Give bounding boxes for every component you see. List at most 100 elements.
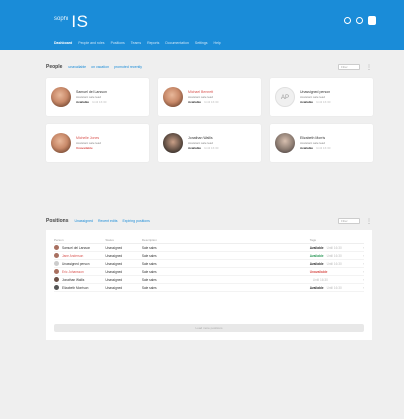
tag-light: Until 16:30 <box>312 277 328 282</box>
person-role: Assistant sale lead <box>76 95 102 99</box>
people-filter-promoted[interactable]: promoted recently <box>114 65 142 69</box>
person-name[interactable]: Eric Johansson <box>62 270 84 274</box>
status-time: Until 16:30 <box>316 146 331 150</box>
person-name[interactable]: Jane Anderson <box>62 254 83 258</box>
positions-search-input[interactable]: Filter <box>338 218 360 224</box>
person-status: Available Until 16:30 <box>188 100 218 104</box>
person-card[interactable]: Michelle Jones Assistant sale lead Unava… <box>46 124 149 162</box>
col-status[interactable]: Status <box>105 238 142 242</box>
row-person: Jane Anderson <box>54 253 105 258</box>
avatar <box>54 277 59 282</box>
people-search-input[interactable]: Filter <box>338 64 360 70</box>
person-name[interactable]: Jonathan Wallis <box>188 136 213 140</box>
brand-logo[interactable]: sophi IS <box>54 12 88 32</box>
status-text: Available <box>300 100 314 104</box>
avatar <box>54 253 59 258</box>
table-row[interactable]: Samuel del Larsson Unassigned Sale sales… <box>54 244 364 252</box>
person-name[interactable]: Unassigned person <box>300 90 330 94</box>
person-role: Assistant sale lead <box>188 95 214 99</box>
person-card[interactable]: Elizabeth Morris Assistant sale lead Ava… <box>270 124 373 162</box>
person-name[interactable]: Michael Bennett <box>188 90 213 94</box>
tag: Available <box>309 261 324 266</box>
positions-title: Positions <box>46 218 69 224</box>
person-name[interactable]: Elizabeth Morris <box>300 136 325 140</box>
nav-item-dashboard[interactable]: Dashboard <box>54 41 72 45</box>
tag: Unavailable <box>309 269 328 274</box>
positions-filter-expiring[interactable]: Expiring positions <box>122 219 149 223</box>
row-description: Sale sales <box>141 277 157 282</box>
status-time: Until 16:30 <box>92 100 107 104</box>
row-menu-icon[interactable]: › <box>354 262 364 266</box>
status-text: Unavailable <box>76 146 93 150</box>
row-menu-icon[interactable]: › <box>354 254 364 258</box>
col-person[interactable]: Person <box>54 238 105 242</box>
people-filter-unavailable[interactable]: unavailable <box>68 65 86 69</box>
avatar <box>275 133 295 153</box>
status-text: Available <box>188 100 202 104</box>
nav-item-settings[interactable]: Settings <box>195 41 208 45</box>
person-name[interactable]: Elizabeth Morrison <box>62 286 88 290</box>
avatar <box>54 285 59 290</box>
row-description: Sale sales <box>141 245 157 250</box>
row-status: Unassigned <box>105 269 123 274</box>
status-text: Available <box>300 146 314 150</box>
table-row[interactable]: Jonathan Wallis Unassigned Sale sales Un… <box>54 276 364 284</box>
more-icon[interactable]: ⋮ <box>366 218 372 225</box>
status-time: Until 16:30 <box>316 100 331 104</box>
person-card[interactable]: Jonathan Wallis Assistant sale lead Avai… <box>158 124 261 162</box>
person-name[interactable]: Samuel del Larsson <box>62 246 90 250</box>
person-status: Unavailable <box>76 146 93 150</box>
row-tags: Available Until 16:30 <box>310 254 354 258</box>
tag: Available <box>309 245 324 250</box>
positions-filter-recent[interactable]: Recent edits <box>98 219 117 223</box>
person-name[interactable]: Jonathan Wallis <box>62 278 84 282</box>
person-role: Assistant sale lead <box>188 141 214 145</box>
notification-icon[interactable] <box>356 17 363 24</box>
person-status: Available Until 16:30 <box>188 146 218 150</box>
person-card[interactable]: Michael Bennett Assistant sale lead Avai… <box>158 78 261 116</box>
nav-item-people[interactable]: People and roles <box>78 41 104 45</box>
row-menu-icon[interactable]: › <box>354 246 364 250</box>
row-menu-icon[interactable]: › <box>354 278 364 282</box>
nav-item-positions[interactable]: Positions <box>111 41 125 45</box>
person-name[interactable]: Unassigned person <box>62 262 89 266</box>
positions-filter-unassigned[interactable]: Unassigned <box>75 219 93 223</box>
table-row[interactable]: Unassigned person Unassigned Sale sales … <box>54 260 364 268</box>
people-filter-vacation[interactable]: on vacation <box>91 65 109 69</box>
nav-item-teams[interactable]: Teams <box>131 41 141 45</box>
avatar <box>54 245 59 250</box>
person-name[interactable]: Samuel del Larsson <box>76 90 107 94</box>
person-card[interactable]: AP Unassigned person Assistant sale lead… <box>270 78 373 116</box>
avatar <box>163 133 183 153</box>
table-header: Person Status Description Tags <box>54 236 364 244</box>
person-role: Assistant sale lead <box>300 141 326 145</box>
nav-item-reports[interactable]: Reports <box>147 41 159 45</box>
user-avatar[interactable] <box>368 16 376 25</box>
status-text: Available <box>188 146 202 150</box>
table-row[interactable]: Jane Anderson Unassigned Sale sales Avai… <box>54 252 364 260</box>
col-tags[interactable]: Tags <box>310 238 354 242</box>
more-icon[interactable]: ⋮ <box>366 64 372 71</box>
table-row[interactable]: Eric Johansson Unassigned Sale sales Una… <box>54 268 364 276</box>
avatar <box>51 133 71 153</box>
avatar <box>54 269 59 274</box>
row-description: Sale sales <box>141 285 157 290</box>
row-description: Sale sales <box>141 269 157 274</box>
col-description[interactable]: Description <box>142 238 310 242</box>
person-card[interactable]: Samuel del Larsson Assistant sale lead A… <box>46 78 149 116</box>
row-status: Unassigned <box>105 285 123 290</box>
tag-light: Until 16:30 <box>326 253 342 258</box>
nav-item-help[interactable]: Help <box>214 41 221 45</box>
row-menu-icon[interactable]: › <box>354 270 364 274</box>
row-tags: Available Until 16:30 <box>310 286 354 290</box>
avatar <box>163 87 183 107</box>
tag-light: Until 16:30 <box>326 245 342 250</box>
status-time: Until 16:30 <box>204 146 219 150</box>
row-menu-icon[interactable]: › <box>354 286 364 290</box>
person-name[interactable]: Michelle Jones <box>76 136 99 140</box>
search-icon[interactable] <box>344 17 351 24</box>
nav-item-documentation[interactable]: Documentation <box>165 41 189 45</box>
table-row[interactable]: Elizabeth Morrison Unassigned Sale sales… <box>54 284 364 292</box>
row-status: Unassigned <box>105 245 123 250</box>
load-more-button[interactable]: Load more positions <box>54 324 364 332</box>
